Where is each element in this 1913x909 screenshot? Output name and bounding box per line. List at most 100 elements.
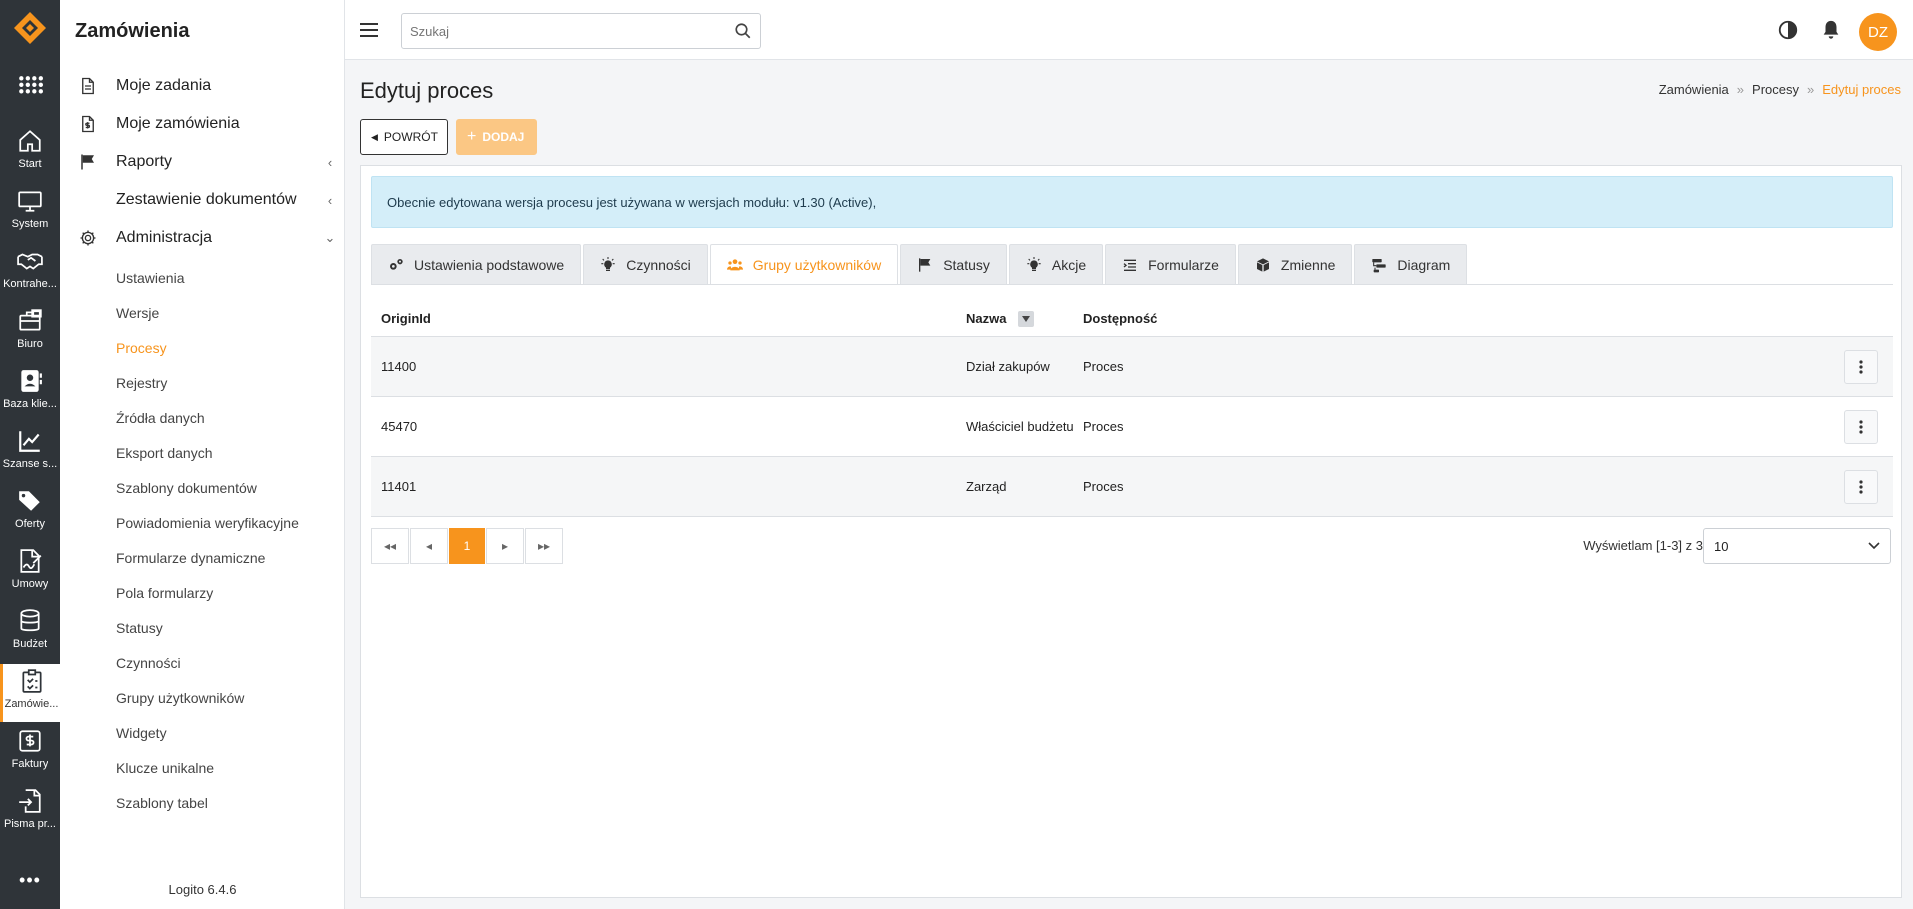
table-row[interactable]: 11400 Dział zakupów Proces <box>371 337 1893 397</box>
sidebar-item-administracja[interactable]: Administracja ⌄ <box>60 220 345 256</box>
rail-label: Zamówie... <box>4 698 59 710</box>
sidebar-sub-klucze-unikalne[interactable]: Klucze unikalne <box>116 760 214 776</box>
rail-item-pisma[interactable]: Pisma pr... <box>0 784 60 842</box>
first-page-icon[interactable]: ◂◂ <box>371 528 409 564</box>
table-header: OriginId Nazwa Dostępność <box>371 301 1893 337</box>
chevron-left-icon: ‹ <box>327 154 333 170</box>
chevron-down-icon: ⌄ <box>324 230 336 245</box>
apps-grid-icon[interactable] <box>0 70 60 110</box>
rail-item-system[interactable]: System <box>0 184 60 242</box>
table-row[interactable]: 45470 Właściciel budżetu Proces <box>371 397 1893 457</box>
file-import-icon <box>19 789 41 813</box>
rail-item-budzet[interactable]: Budżet <box>0 604 60 662</box>
cell-nazwa: Właściciel budżetu <box>966 419 1074 434</box>
plus-icon: + <box>467 128 477 145</box>
sidebar-sub-wersje[interactable]: Wersje <box>116 305 159 321</box>
sidebar-sub-widgety[interactable]: Widgety <box>116 725 167 741</box>
home-icon <box>19 130 41 152</box>
page-number-button[interactable]: 1 <box>449 528 485 564</box>
tab-statusy[interactable]: Statusy <box>900 244 1007 284</box>
rail-item-faktury[interactable]: Faktury <box>0 724 60 782</box>
table-row[interactable]: 11401 Zarząd Proces <box>371 457 1893 517</box>
prev-page-icon[interactable]: ◂ <box>410 528 448 564</box>
notification-bell-icon[interactable] <box>1820 19 1842 41</box>
add-button[interactable]: + DODAJ <box>456 119 537 155</box>
rail-item-kontrahenci[interactable]: Kontrahe... <box>0 244 60 302</box>
tab-zmienne[interactable]: Zmienne <box>1237 244 1353 284</box>
invoice-doc-icon <box>82 115 94 133</box>
sidebar-sub-rejestry[interactable]: Rejestry <box>116 375 167 391</box>
app-version: Logito 6.4.6 <box>168 882 237 897</box>
hamburger-menu-icon[interactable] <box>357 18 381 42</box>
sort-desc-icon[interactable] <box>1018 310 1035 327</box>
sidebar-sub-procesy[interactable]: Procesy <box>116 340 167 356</box>
sidebar-sub-powiadomienia[interactable]: Powiadomienia weryfikacyjne <box>116 515 299 531</box>
cell-originid: 11401 <box>381 479 417 494</box>
col-header-dostepnosc[interactable]: Dostępność <box>1083 311 1839 326</box>
pagination: ◂◂ ◂ 1 ▸ ▸▸ <box>371 528 563 564</box>
back-button[interactable]: ◀ POWRÓT <box>360 119 448 155</box>
breadcrumb-item[interactable]: Zamówienia <box>1659 82 1729 97</box>
sidebar-item-raporty[interactable]: Raporty ‹ <box>60 144 345 180</box>
info-alert: Obecnie edytowana wersja procesu jest uż… <box>371 176 1893 228</box>
tab-grupy-uzytkownikow[interactable]: Grupy użytkowników <box>709 244 899 284</box>
next-page-icon[interactable]: ▸ <box>486 528 524 564</box>
sidebar-sub-pola-formularzy[interactable]: Pola formularzy <box>116 585 213 601</box>
rail-item-szanse-sprzedazy[interactable]: Szanse s... <box>0 424 60 482</box>
monitor-icon <box>18 191 42 212</box>
tab-czynnosci[interactable]: Czynności <box>583 244 708 284</box>
rail-item-start[interactable]: Start <box>0 124 60 182</box>
sidebar-item-moje-zadania[interactable]: Moje zadania <box>60 68 345 104</box>
bulb-icon <box>601 256 615 271</box>
contact-book-icon <box>21 370 42 392</box>
last-page-icon[interactable]: ▸▸ <box>525 528 563 564</box>
sidebar-sub-czynnosci[interactable]: Czynności <box>116 655 181 671</box>
handshake-icon <box>17 253 43 270</box>
database-icon <box>20 609 40 632</box>
sidebar-item-zestawienie-dokumentow[interactable]: Zestawienie dokumentów ‹ <box>60 182 345 218</box>
rail-item-baza-klientow[interactable]: Baza klie... <box>0 364 60 422</box>
logito-logo-icon[interactable] <box>12 10 48 46</box>
sidebar-sub-statusy[interactable]: Statusy <box>116 620 163 636</box>
caret-left-icon: ◀ <box>371 131 378 142</box>
cell-nazwa: Dział zakupów <box>966 359 1050 374</box>
col-header-nazwa[interactable]: Nazwa <box>956 310 1083 327</box>
contract-icon <box>20 549 42 573</box>
sidebar-sub-ustawienia[interactable]: Ustawienia <box>116 270 184 286</box>
breadcrumb-item[interactable]: Procesy <box>1752 82 1799 97</box>
rail-item-biuro[interactable]: Biuro <box>0 304 60 362</box>
row-actions-kebab-icon[interactable] <box>1844 409 1878 444</box>
chart-line-icon <box>19 431 40 452</box>
rail-item-umowy[interactable]: Umowy <box>0 544 60 602</box>
process-tabs: Ustawienia podstawowe Czynności Grupy uż… <box>371 244 1468 284</box>
theme-toggle-icon[interactable] <box>1777 19 1799 41</box>
chevron-down-icon <box>1868 542 1880 550</box>
briefcase-icon <box>19 309 42 331</box>
chevron-left-icon: ‹ <box>327 192 333 208</box>
rail-item-oferty[interactable]: Oferty <box>0 484 60 542</box>
user-avatar[interactable]: DZ <box>1859 13 1897 51</box>
sidebar-sub-formularze-dynamiczne[interactable]: Formularze dynamiczne <box>116 550 265 566</box>
sidebar-sub-szablony-dokumentow[interactable]: Szablony dokumentów <box>116 480 257 496</box>
col-header-originid[interactable]: OriginId <box>371 311 956 326</box>
sidebar-sub-szablony-tabel[interactable]: Szablony tabel <box>116 795 208 811</box>
tab-formularze[interactable]: Formularze <box>1105 244 1236 284</box>
row-actions-kebab-icon[interactable] <box>1844 349 1878 384</box>
sidebar-item-moje-zamowienia[interactable]: Moje zamówienia <box>60 106 345 142</box>
tab-diagram[interactable]: Diagram <box>1354 244 1468 284</box>
search-input[interactable] <box>410 14 720 48</box>
search-icon[interactable] <box>734 22 752 40</box>
cell-originid: 11400 <box>381 359 417 374</box>
tab-ustawienia-podstawowe[interactable]: Ustawienia podstawowe <box>371 244 582 284</box>
sidebar-sub-zrodla-danych[interactable]: Źródła danych <box>116 410 205 426</box>
more-icon[interactable]: ••• <box>0 866 60 898</box>
rail-item-zamowienia[interactable]: Zamówie... <box>0 664 60 722</box>
sidebar-sub-eksport-danych[interactable]: Eksport danych <box>116 445 213 461</box>
users-icon <box>726 258 743 270</box>
sidebar-sub-grupy-uzytkownikow[interactable]: Grupy użytkowników <box>116 690 244 706</box>
document-icon <box>82 77 94 95</box>
cell-dostepnosc: Proces <box>1083 479 1124 494</box>
page-size-select[interactable]: 10 <box>1703 528 1891 564</box>
row-actions-kebab-icon[interactable] <box>1844 469 1878 504</box>
tab-akcje[interactable]: Akcje <box>1008 244 1104 284</box>
